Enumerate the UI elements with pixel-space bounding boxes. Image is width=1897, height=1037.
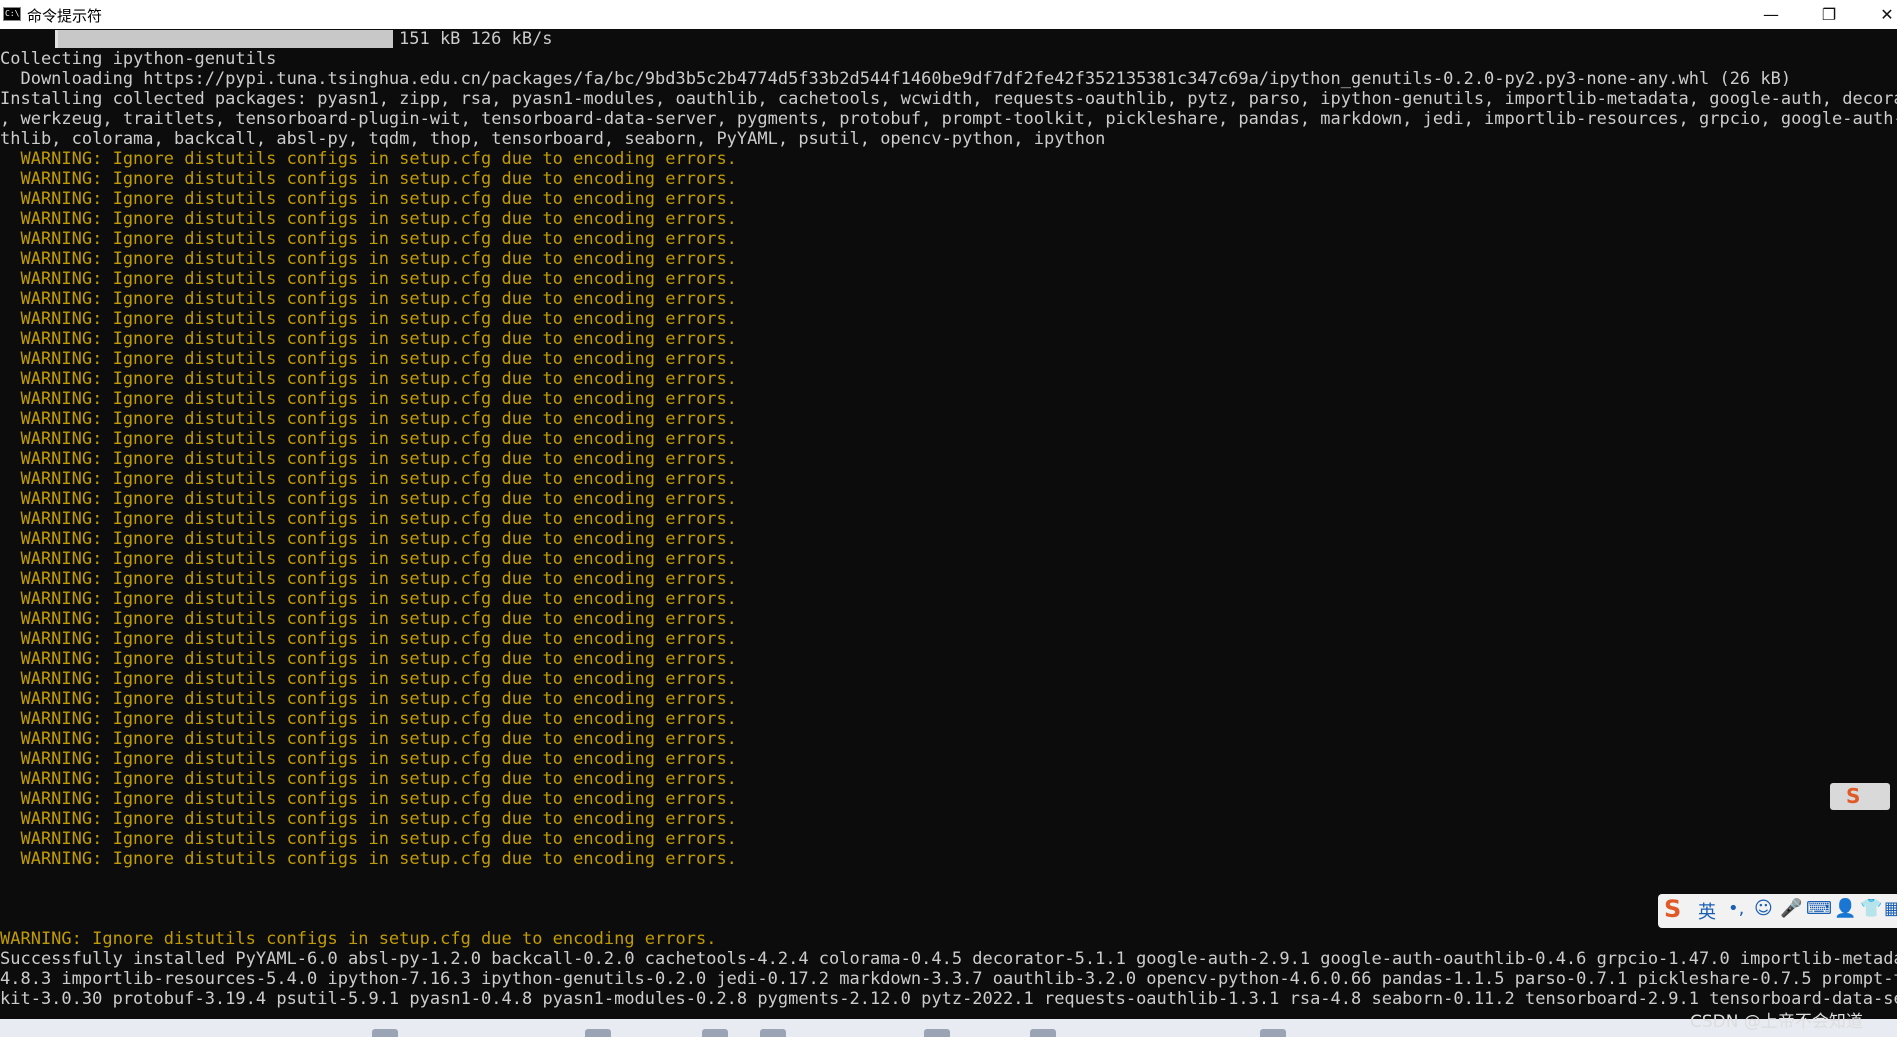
console-line-warning: WARNING: Ignore distutils configs in set… [0,349,737,369]
console-line-warning: WARNING: Ignore distutils configs in set… [0,149,737,169]
user-icon[interactable]: 👤 [1834,898,1856,919]
console-line-warning: WARNING: Ignore distutils configs in set… [0,449,737,469]
console-line-installing: Installing collected packages: pyasn1, z… [0,89,1897,109]
console-line-warning: WARNING: Ignore distutils configs in set… [0,769,737,789]
taskbar [0,1019,1897,1037]
keyboard-icon[interactable]: ⌨ [1806,898,1832,919]
console-line-warning: WARNING: Ignore distutils configs in set… [0,729,737,749]
console-output[interactable]: 151 kB 126 kB/s Collecting ipython-genut… [0,29,1897,1019]
console-line-warning: WARNING: Ignore distutils configs in set… [0,309,737,329]
console-line-success: kit-3.0.30 protobuf-3.19.4 psutil-5.9.1 … [0,989,1897,1009]
minimize-button[interactable]: — [1748,0,1794,29]
console-line-warning: WARNING: Ignore distutils configs in set… [0,529,737,549]
console-line-warning: WARNING: Ignore distutils configs in set… [0,409,737,429]
emoji-icon[interactable]: ☺ [1754,898,1773,919]
sogou-logo-icon[interactable]: S [1664,895,1681,923]
taskbar-app-icon[interactable] [924,1029,950,1037]
close-button[interactable]: ✕ [1864,0,1897,29]
console-line-warning: WARNING: Ignore distutils configs in set… [0,849,737,869]
console-line-warning: WARNING: Ignore distutils configs in set… [0,329,737,349]
taskbar-app-icon[interactable] [1260,1029,1286,1037]
console-line-warning: WARNING: Ignore distutils configs in set… [0,649,737,669]
console-line-warning: WARNING: Ignore distutils configs in set… [0,669,737,689]
console-line-warning: WARNING: Ignore distutils configs in set… [0,169,737,189]
console-line-warning: WARNING: Ignore distutils configs in set… [0,609,737,629]
console-line-warning: WARNING: Ignore distutils configs in set… [0,709,737,729]
progress-text: 151 kB 126 kB/s [399,29,553,49]
console-line-success: Successfully installed PyYAML-6.0 absl-p… [0,949,1897,969]
cmd-app-icon: C:\ [3,7,21,21]
title-bar[interactable]: C:\ 命令提示符 — ❐ ✕ [0,0,1897,29]
console-line-warning: WARNING: Ignore distutils configs in set… [0,229,737,249]
console-line-warning: WARNING: Ignore distutils configs in set… [0,829,737,849]
taskbar-app-icon[interactable] [585,1029,611,1037]
toolbox-icon[interactable]: ▦ [1884,898,1897,919]
ime-floating-badge[interactable]: S [1830,783,1890,810]
watermark-text: CSDN @上帝不会知道 [1690,1012,1863,1032]
console-line-warning: WARNING: Ignore distutils configs in set… [0,569,737,589]
console-line-collecting: Collecting ipython-genutils [0,49,277,69]
console-line-warning: WARNING: Ignore distutils configs in set… [0,509,737,529]
console-line-warning: WARNING: Ignore distutils configs in set… [0,929,717,949]
console-line-warning: WARNING: Ignore distutils configs in set… [0,369,737,389]
console-line-warning: WARNING: Ignore distutils configs in set… [0,209,737,229]
console-line-warning: WARNING: Ignore distutils configs in set… [0,249,737,269]
sogou-logo-icon: S [1846,784,1861,808]
console-line-warning: WARNING: Ignore distutils configs in set… [0,549,737,569]
window-title: 命令提示符 [27,8,103,25]
taskbar-app-icon[interactable] [1030,1029,1056,1037]
console-line-downloading: Downloading https://pypi.tuna.tsinghua.e… [0,69,1792,89]
console-line-warning: WARNING: Ignore distutils configs in set… [0,489,737,509]
taskbar-app-icon[interactable] [760,1029,786,1037]
console-line-warning: WARNING: Ignore distutils configs in set… [0,809,737,829]
ime-toolbar[interactable]: S 英 •, ☺ 🎤 ⌨ 👤 👕 ▦ [1658,894,1897,928]
console-line-warning: WARNING: Ignore distutils configs in set… [0,789,737,809]
console-line-installing: , werkzeug, traitlets, tensorboard-plugi… [0,109,1897,129]
console-line-success: 4.8.3 importlib-resources-5.4.0 ipython-… [0,969,1897,989]
console-line-warning: WARNING: Ignore distutils configs in set… [0,629,737,649]
console-line-warning: WARNING: Ignore distutils configs in set… [0,269,737,289]
restore-button[interactable]: ❐ [1806,0,1852,29]
console-line-warning: WARNING: Ignore distutils configs in set… [0,429,737,449]
console-line-installing: thlib, colorama, backcall, absl-py, tqdm… [0,129,1106,149]
taskbar-app-icon[interactable] [372,1029,398,1037]
console-line-warning: WARNING: Ignore distutils configs in set… [0,289,737,309]
skin-icon[interactable]: 👕 [1860,898,1882,919]
console-line-warning: WARNING: Ignore distutils configs in set… [0,589,737,609]
taskbar-app-icon[interactable] [702,1029,728,1037]
console-line-warning: WARNING: Ignore distutils configs in set… [0,189,737,209]
console-line-warning: WARNING: Ignore distutils configs in set… [0,689,737,709]
console-line-warning: WARNING: Ignore distutils configs in set… [0,389,737,409]
microphone-icon[interactable]: 🎤 [1780,898,1802,919]
punctuation-icon[interactable]: •, [1728,898,1744,919]
console-line-warning: WARNING: Ignore distutils configs in set… [0,749,737,769]
console-line-warning: WARNING: Ignore distutils configs in set… [0,469,737,489]
ime-language-toggle[interactable]: 英 [1698,898,1716,924]
